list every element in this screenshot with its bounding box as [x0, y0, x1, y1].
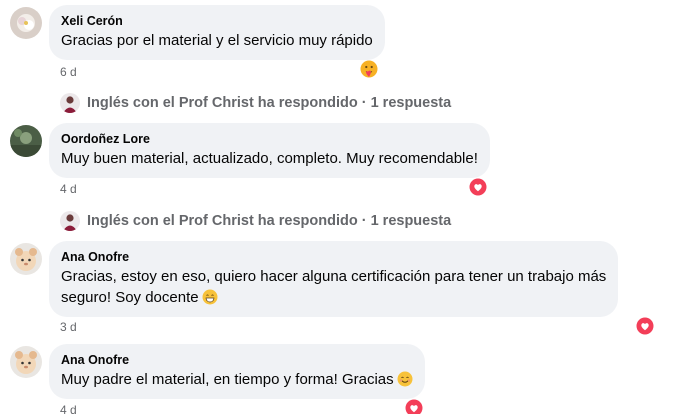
comment-timestamp[interactable]: 4 d [60, 181, 77, 197]
comment-timestamp[interactable]: 6 d [60, 64, 77, 80]
comment-author[interactable]: Oordoñez Lore [61, 131, 478, 147]
avatar[interactable] [10, 125, 42, 157]
comment-text: Gracias, estoy en eso, quiero hacer algu… [61, 266, 606, 308]
comment-author[interactable]: Xeli Cerón [61, 13, 373, 29]
love-reaction-icon[interactable] [405, 399, 423, 414]
comment-timestamp[interactable]: 3 d [60, 319, 77, 335]
page-avatar [60, 211, 80, 231]
comment-bubble: Ana Onofre Gracias, estoy en eso, quiero… [49, 241, 619, 317]
smiling-face-emoji [397, 371, 413, 387]
comment-text-line: Gracias, estoy en eso, quiero hacer algu… [61, 268, 607, 285]
comment-text-line: seguro! Soy docente [61, 289, 199, 306]
love-reaction-icon[interactable] [469, 178, 487, 196]
grinning-face-emoji [202, 289, 218, 305]
comment-bubble: Oordoñez Lore Muy buen material, actuali… [49, 123, 490, 178]
comment-bubble: Xeli Cerón Gracias por el material y el … [49, 5, 385, 60]
avatar[interactable] [10, 7, 42, 39]
view-replies-link[interactable]: Inglés con el Prof Christ ha respondido … [60, 92, 451, 114]
view-replies-link[interactable]: Inglés con el Prof Christ ha respondido … [60, 210, 451, 232]
reply-summary[interactable]: Inglés con el Prof Christ ha respondido … [87, 213, 451, 229]
avatar[interactable] [10, 346, 42, 378]
comment-author[interactable]: Ana Onofre [61, 249, 606, 265]
comment-timestamp[interactable]: 4 d [60, 402, 77, 414]
care-reaction-icon[interactable] [360, 60, 378, 78]
comment-text: Muy buen material, actualizado, completo… [61, 150, 478, 167]
comment-text: Muy padre el material, en tiempo y forma… [61, 369, 413, 390]
love-reaction-icon[interactable] [636, 317, 654, 335]
avatar[interactable] [10, 243, 42, 275]
comment-text: Gracias por el material y el servicio mu… [61, 32, 373, 49]
page-avatar [60, 93, 80, 113]
comment-bubble: Ana Onofre Muy padre el material, en tie… [49, 344, 425, 399]
comment-author[interactable]: Ana Onofre [61, 352, 413, 368]
reply-summary[interactable]: Inglés con el Prof Christ ha respondido … [87, 95, 451, 111]
comment-text-line: Muy padre el material, en tiempo y forma… [61, 371, 394, 388]
